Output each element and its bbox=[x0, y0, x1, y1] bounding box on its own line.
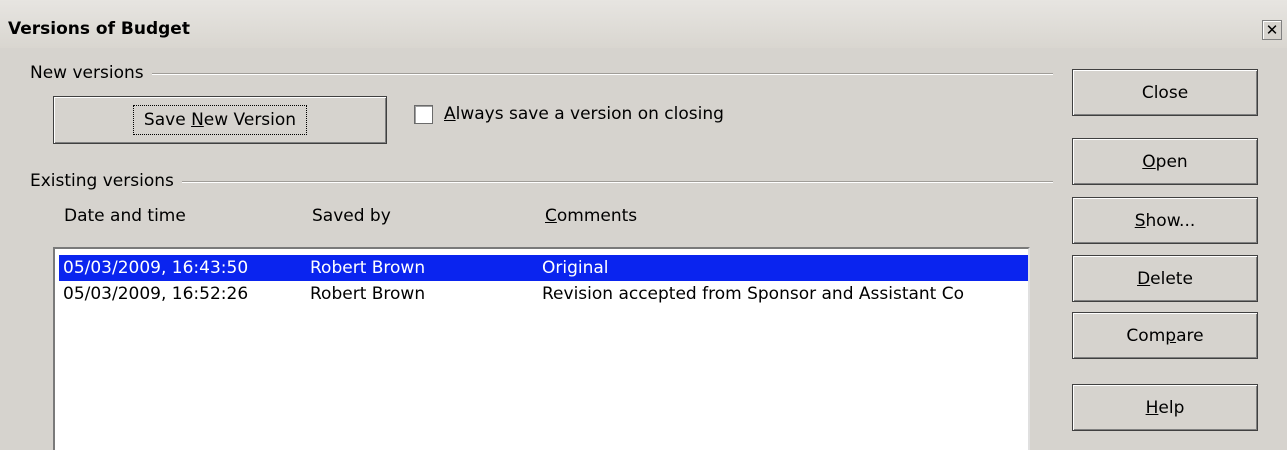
delete-button-label: Delete bbox=[1137, 268, 1193, 289]
existing-versions-label: Existing versions bbox=[30, 171, 182, 191]
show-button-label: Show... bbox=[1134, 210, 1196, 231]
version-row[interactable]: 05/03/2009, 16:43:50 Robert Brown Origin… bbox=[59, 255, 1028, 281]
compare-button[interactable]: Compare bbox=[1072, 312, 1258, 359]
column-header-date[interactable]: Date and time bbox=[64, 206, 186, 226]
close-button[interactable]: Close bbox=[1072, 69, 1258, 116]
help-button[interactable]: Help bbox=[1072, 384, 1258, 431]
column-header-saved-by[interactable]: Saved by bbox=[312, 206, 391, 226]
show-button[interactable]: Show... bbox=[1072, 197, 1258, 244]
new-versions-label: New versions bbox=[30, 63, 152, 83]
open-button[interactable]: Open bbox=[1072, 138, 1258, 185]
versions-dialog: Versions of Budget ✕ New versions Save N… bbox=[0, 0, 1287, 450]
save-new-version-button[interactable]: Save New Version bbox=[53, 96, 387, 144]
row-date: 05/03/2009, 16:43:50 bbox=[63, 258, 249, 278]
delete-button[interactable]: Delete bbox=[1072, 255, 1258, 302]
dialog-title: Versions of Budget bbox=[8, 19, 190, 39]
row-comment: Original bbox=[542, 258, 609, 278]
row-date: 05/03/2009, 16:52:26 bbox=[63, 284, 249, 304]
row-comment: Revision accepted from Sponsor and Assis… bbox=[542, 284, 965, 304]
open-button-label: Open bbox=[1142, 151, 1188, 172]
save-new-version-label: Save New Version bbox=[143, 110, 297, 130]
always-save-checkbox[interactable] bbox=[414, 105, 433, 124]
version-row[interactable]: 05/03/2009, 16:52:26 Robert Brown Revisi… bbox=[59, 281, 1028, 307]
close-icon[interactable]: ✕ bbox=[1262, 20, 1282, 40]
row-saved-by: Robert Brown bbox=[310, 258, 426, 278]
help-button-label: Help bbox=[1145, 397, 1185, 418]
row-saved-by: Robert Brown bbox=[310, 284, 426, 304]
existing-versions-separator bbox=[30, 181, 1053, 183]
versions-list[interactable]: 05/03/2009, 16:43:50 Robert Brown Origin… bbox=[53, 247, 1030, 450]
close-button-label: Close bbox=[1141, 82, 1189, 103]
close-x-glyph: ✕ bbox=[1265, 21, 1279, 39]
column-header-comments[interactable]: Comments bbox=[545, 206, 637, 226]
compare-button-label: Compare bbox=[1126, 325, 1204, 346]
always-save-label[interactable]: Always save a version on closing bbox=[444, 104, 724, 124]
new-versions-separator bbox=[30, 73, 1053, 75]
title-bar: Versions of Budget ✕ bbox=[0, 0, 1287, 48]
